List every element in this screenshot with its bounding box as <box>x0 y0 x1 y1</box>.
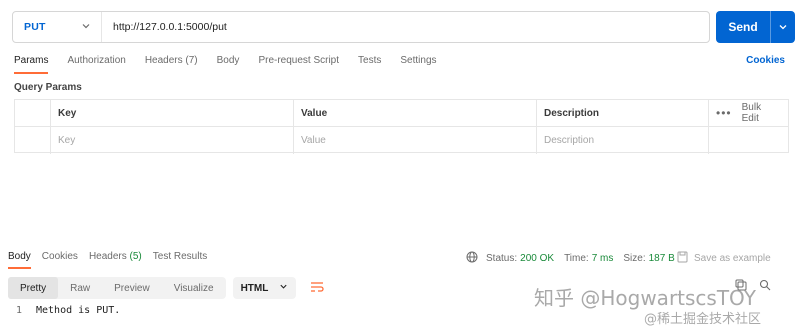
value-input[interactable]: Value <box>294 127 537 154</box>
bulk-edit-button[interactable]: Bulk Edit <box>742 102 778 124</box>
status-value: 200 OK <box>520 253 555 264</box>
save-as-example-label: Save as example <box>694 253 771 264</box>
tab-settings[interactable]: Settings <box>400 55 436 74</box>
tab-authorization[interactable]: Authorization <box>67 55 125 74</box>
chevron-down-icon <box>279 282 288 294</box>
tab-body[interactable]: Body <box>217 55 240 74</box>
cookies-link[interactable]: Cookies <box>746 55 785 66</box>
watermark-line-1: 知乎 @HogwartscsTOY <box>534 286 756 310</box>
status-label: Status: <box>486 253 518 264</box>
checkbox-column-header <box>15 100 51 126</box>
save-icon <box>677 251 688 266</box>
time-label: Time: <box>564 253 589 264</box>
key-column-header: Key <box>51 100 294 126</box>
description-column-header: Description <box>537 100 709 126</box>
send-button[interactable]: Send <box>716 11 795 43</box>
wrap-lines-icon <box>310 281 324 296</box>
tab-tests[interactable]: Tests <box>358 55 381 74</box>
description-input[interactable]: Description <box>537 127 709 154</box>
row-actions-cell <box>709 127 788 154</box>
request-tabs: Params Authorization Headers (7) Body Pr… <box>14 55 456 74</box>
language-label: HTML <box>240 282 269 294</box>
url-input[interactable]: http://127.0.0.1:5000/put <box>102 21 227 33</box>
method-select[interactable]: PUT <box>13 12 102 42</box>
send-options-chevron-icon[interactable] <box>771 22 795 32</box>
response-format-bar: Pretty Raw Preview Visualize HTML <box>8 277 328 299</box>
response-tab-cookies[interactable]: Cookies <box>42 251 78 269</box>
tab-headers[interactable]: Headers (7) <box>145 55 198 74</box>
search-icon[interactable] <box>759 279 771 294</box>
value-column-header: Value <box>294 100 537 126</box>
more-options-icon[interactable]: ••• <box>716 106 732 120</box>
watermark-line-2: @稀土掘金技术社区 <box>644 312 762 327</box>
row-checkbox-cell <box>15 127 51 154</box>
send-label: Send <box>728 20 758 34</box>
tab-params[interactable]: Params <box>14 55 49 74</box>
chevron-down-icon <box>81 21 91 34</box>
table-header-row: Key Value Description ••• Bulk Edit <box>15 100 788 127</box>
tab-pre-request-script[interactable]: Pre-request Script <box>258 55 339 74</box>
response-tab-body[interactable]: Body <box>8 251 31 269</box>
response-tab-test-results[interactable]: Test Results <box>153 251 207 269</box>
size-value: 187 B <box>648 253 675 264</box>
format-preview[interactable]: Preview <box>102 277 162 299</box>
headers-count-badge: (5) <box>129 251 142 262</box>
table-row: Key Value Description <box>15 127 788 154</box>
response-body: 1 Method is PUT. <box>8 305 120 316</box>
globe-icon[interactable] <box>466 251 478 266</box>
table-actions: ••• Bulk Edit <box>709 100 788 126</box>
response-tab-headers-label: Headers <box>88 251 127 262</box>
language-select[interactable]: HTML <box>232 277 296 299</box>
time-value: 7 ms <box>591 253 614 264</box>
format-mode-group: Pretty Raw Preview Visualize <box>8 277 226 299</box>
response-status-bar: Status: 200 OK Time: 7 ms Size: 187 B <box>466 251 675 266</box>
format-raw[interactable]: Raw <box>58 277 102 299</box>
format-visualize[interactable]: Visualize <box>162 277 226 299</box>
save-as-example-button[interactable]: Save as example <box>677 251 771 266</box>
response-tabs: Body Cookies Headers (5) Test Results <box>8 251 218 269</box>
wrap-lines-button[interactable] <box>306 277 328 299</box>
response-tab-headers[interactable]: Headers (5) <box>89 251 142 269</box>
response-text: Method is PUT. <box>36 305 121 316</box>
line-number: 1 <box>15 305 22 316</box>
request-bar: PUT http://127.0.0.1:5000/put <box>12 11 710 43</box>
method-label: PUT <box>24 21 46 33</box>
query-params-title: Query Params <box>14 82 82 93</box>
key-input[interactable]: Key <box>51 127 294 154</box>
format-pretty[interactable]: Pretty <box>8 277 59 299</box>
size-label: Size: <box>623 253 646 264</box>
query-params-table: Key Value Description ••• Bulk Edit Key … <box>14 99 789 154</box>
